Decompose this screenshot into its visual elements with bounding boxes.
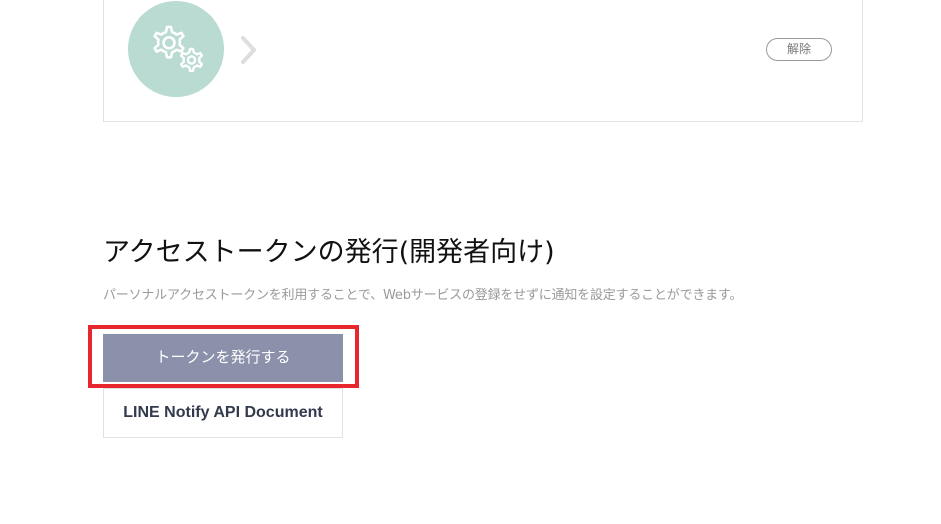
page: 解除 アクセストークンの発行(開発者向け) パーソナルアクセストークンを利用する… [0,0,941,524]
chevron-right-icon [237,35,261,65]
gears-icon [141,19,211,79]
connected-service-card: 解除 [103,0,863,122]
service-avatar [128,1,224,97]
section-description: パーソナルアクセストークンを利用することで、Webサービスの登録をせずに通知を設… [103,288,743,303]
issue-token-button[interactable]: トークンを発行する [103,334,343,382]
section-title: アクセストークンの発行(開発者向け) [103,237,555,268]
api-document-link[interactable]: LINE Notify API Document [103,388,343,438]
unlink-button[interactable]: 解除 [766,38,832,61]
